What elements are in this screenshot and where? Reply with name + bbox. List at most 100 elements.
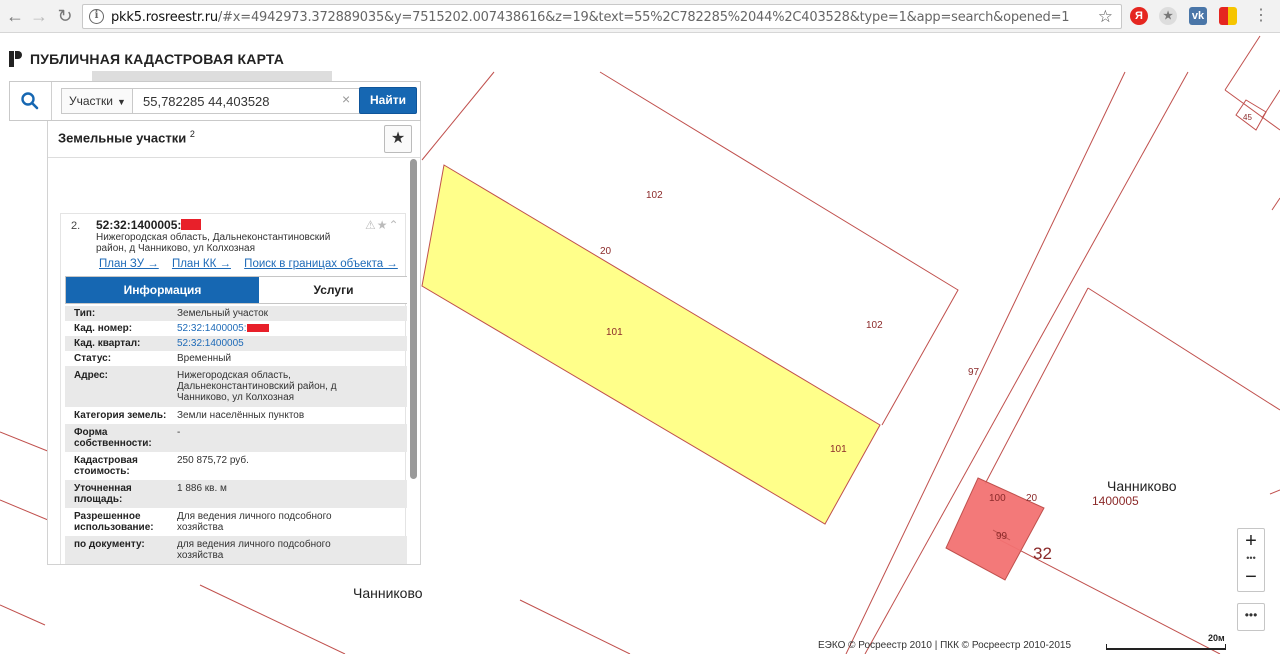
results-count: 2	[189, 129, 195, 139]
favorite-star-button[interactable]: ★	[384, 125, 412, 153]
info-tabs: Информация Услуги	[65, 276, 408, 304]
star-icon[interactable]: ★	[377, 218, 389, 232]
boundary-line	[1224, 35, 1261, 91]
boundary-line	[421, 71, 495, 161]
boundary-line	[1269, 489, 1280, 495]
zoom-in-button[interactable]: +	[1238, 529, 1264, 555]
field-label: Кадастровая стоимость:	[74, 455, 138, 477]
parcel-links: План ЗУ → План КК → Поиск в границах объ…	[99, 258, 408, 270]
field-value: Земли населённых пунктов	[177, 410, 305, 421]
reload-icon[interactable]: ↻	[54, 5, 76, 27]
table-row: по документу: для ведения личного подсобн…	[65, 536, 407, 564]
table-row: Статус: Временный	[65, 351, 407, 366]
label-99: 99	[996, 531, 1008, 542]
search-icon[interactable]	[20, 91, 40, 111]
place-name-label: Чанниково	[353, 585, 423, 601]
browser-toolbar: ← → ↻ i pkk5.rosreestr.ru/#x=4942973.372…	[0, 0, 1280, 33]
boundary-line	[1224, 89, 1280, 131]
label-101: 101	[606, 327, 623, 338]
search-input[interactable]: 55,782285 44,403528	[133, 88, 365, 114]
extension-icon[interactable]: ★	[1159, 7, 1177, 25]
redaction-mark	[181, 219, 202, 230]
field-value: для ведения личного подсобного хозяйства	[177, 539, 331, 561]
bookmark-extension-icon[interactable]	[1219, 7, 1237, 25]
zoom-out-button[interactable]: −	[1238, 565, 1264, 591]
place-name-label: Чанниково	[1107, 478, 1177, 494]
item-number: 2.	[71, 220, 81, 232]
url-host: pkk5.rosreestr.ru	[111, 10, 218, 25]
field-value: Земельный участок	[177, 308, 269, 319]
search-type-select[interactable]: Участки ▼	[61, 88, 133, 114]
app-header: ПУБЛИЧНАЯ КАДАСТРОВАЯ КАРТА	[8, 48, 284, 70]
field-value: Нижегородская область, Дальнеконстантино…	[177, 370, 337, 403]
field-label: Кад. квартал:	[74, 338, 141, 349]
search-type-label: Участки	[69, 94, 113, 108]
boundary-line	[1271, 197, 1280, 211]
divider	[51, 82, 52, 120]
field-label: Форма собственности:	[74, 427, 152, 449]
rosreestr-logo-icon	[9, 51, 22, 67]
field-value-link[interactable]: 52:32:1400005:	[177, 323, 407, 334]
table-row: Тип: Земельный участок	[65, 306, 407, 321]
label-32: 32	[1033, 544, 1052, 563]
warning-icon[interactable]: ⚠	[365, 218, 377, 232]
label-101: 101	[830, 444, 847, 455]
cadastral-number[interactable]: 52:32:1400005:	[96, 218, 202, 232]
label-102: 102	[646, 190, 663, 201]
info-icon[interactable]: i	[89, 9, 104, 24]
more-button[interactable]: •••	[1237, 603, 1265, 631]
zoom-level-dots: •••	[1246, 553, 1256, 563]
label-45: 45	[1243, 113, 1252, 122]
field-value: -	[177, 427, 181, 438]
boundary-line	[199, 584, 346, 654]
scale-bar	[1106, 644, 1226, 650]
label-100: 100	[989, 493, 1006, 504]
bookmark-star-icon[interactable]: ☆	[1098, 7, 1113, 27]
scrollbar[interactable]	[410, 159, 417, 479]
label-20: 20	[1026, 493, 1038, 504]
field-value-link[interactable]: 52:32:1400005	[177, 338, 407, 349]
clear-icon[interactable]: ×	[342, 91, 350, 107]
tab-information[interactable]: Информация	[66, 277, 259, 303]
menu-icon[interactable]: ⋮	[1250, 5, 1272, 27]
field-value: Для ведения личного подсобного хозяйства	[177, 511, 332, 533]
tab-services[interactable]: Услуги	[259, 277, 408, 303]
field-label: Статус:	[74, 353, 112, 364]
table-row: Адрес: Нижегородская область, Дальнеконст…	[65, 366, 407, 407]
table-row: Разрешенное использование: Для ведения ли…	[65, 508, 407, 536]
label-97: 97	[968, 367, 980, 378]
results-title-text: Земельные участки	[58, 130, 187, 146]
field-value: 250 875,72 руб.	[177, 455, 249, 466]
table-row: Категория земель: Земли населённых пункто…	[65, 407, 407, 424]
copyright-text: ЕЭКО © Росреестр 2010 | ПКК © Росреестр …	[818, 640, 1072, 651]
field-label: Адрес:	[74, 370, 108, 381]
field-label: Категория земель:	[74, 410, 167, 421]
field-label: Тип:	[74, 308, 96, 319]
parcel-address: Нижегородская область, Дальнеконстантино…	[96, 232, 331, 254]
results-panel: Земельные участки 2 ★ 2. 52:32:1400005: …	[47, 121, 421, 565]
field-label: Уточненная площадь:	[74, 483, 132, 505]
cadastral-number-text: 52:32:1400005:	[96, 218, 182, 232]
parcel-card: 2. 52:32:1400005: ⚠★⌃ Нижегородская обла…	[60, 213, 408, 564]
scale-label: 20м	[1208, 633, 1225, 643]
plan-zu-link[interactable]: План ЗУ →	[99, 258, 159, 270]
info-table: Тип: Земельный участок Кад. номер: 52:32:1…	[65, 306, 407, 564]
field-label: по документу:	[74, 539, 145, 550]
collapse-icon[interactable]: ⌃	[389, 218, 400, 232]
url-text: pkk5.rosreestr.ru/#x=4942973.372889035&y…	[111, 10, 1070, 25]
yandex-icon[interactable]: Я	[1130, 7, 1148, 25]
vk-icon[interactable]: vk	[1189, 7, 1207, 25]
boundary-line	[864, 71, 1189, 654]
address-bar[interactable]: i pkk5.rosreestr.ru/#x=4942973.372889035…	[82, 4, 1122, 29]
plan-kk-link[interactable]: План КК →	[172, 258, 231, 270]
find-button[interactable]: Найти	[359, 87, 417, 114]
forward-icon[interactable]: →	[28, 5, 50, 27]
back-icon[interactable]: ←	[4, 5, 26, 27]
chevron-down-icon: ▼	[117, 97, 126, 107]
table-row: Кад. квартал: 52:32:1400005	[65, 336, 407, 351]
table-row: Уточненная площадь: 1 886 кв. м	[65, 480, 407, 508]
zoom-controls: + ••• −	[1237, 528, 1265, 592]
boundary-line	[984, 287, 1089, 485]
field-value: 1 886 кв. м	[177, 483, 227, 494]
search-in-bounds-link[interactable]: Поиск в границах объекта →	[244, 258, 398, 270]
